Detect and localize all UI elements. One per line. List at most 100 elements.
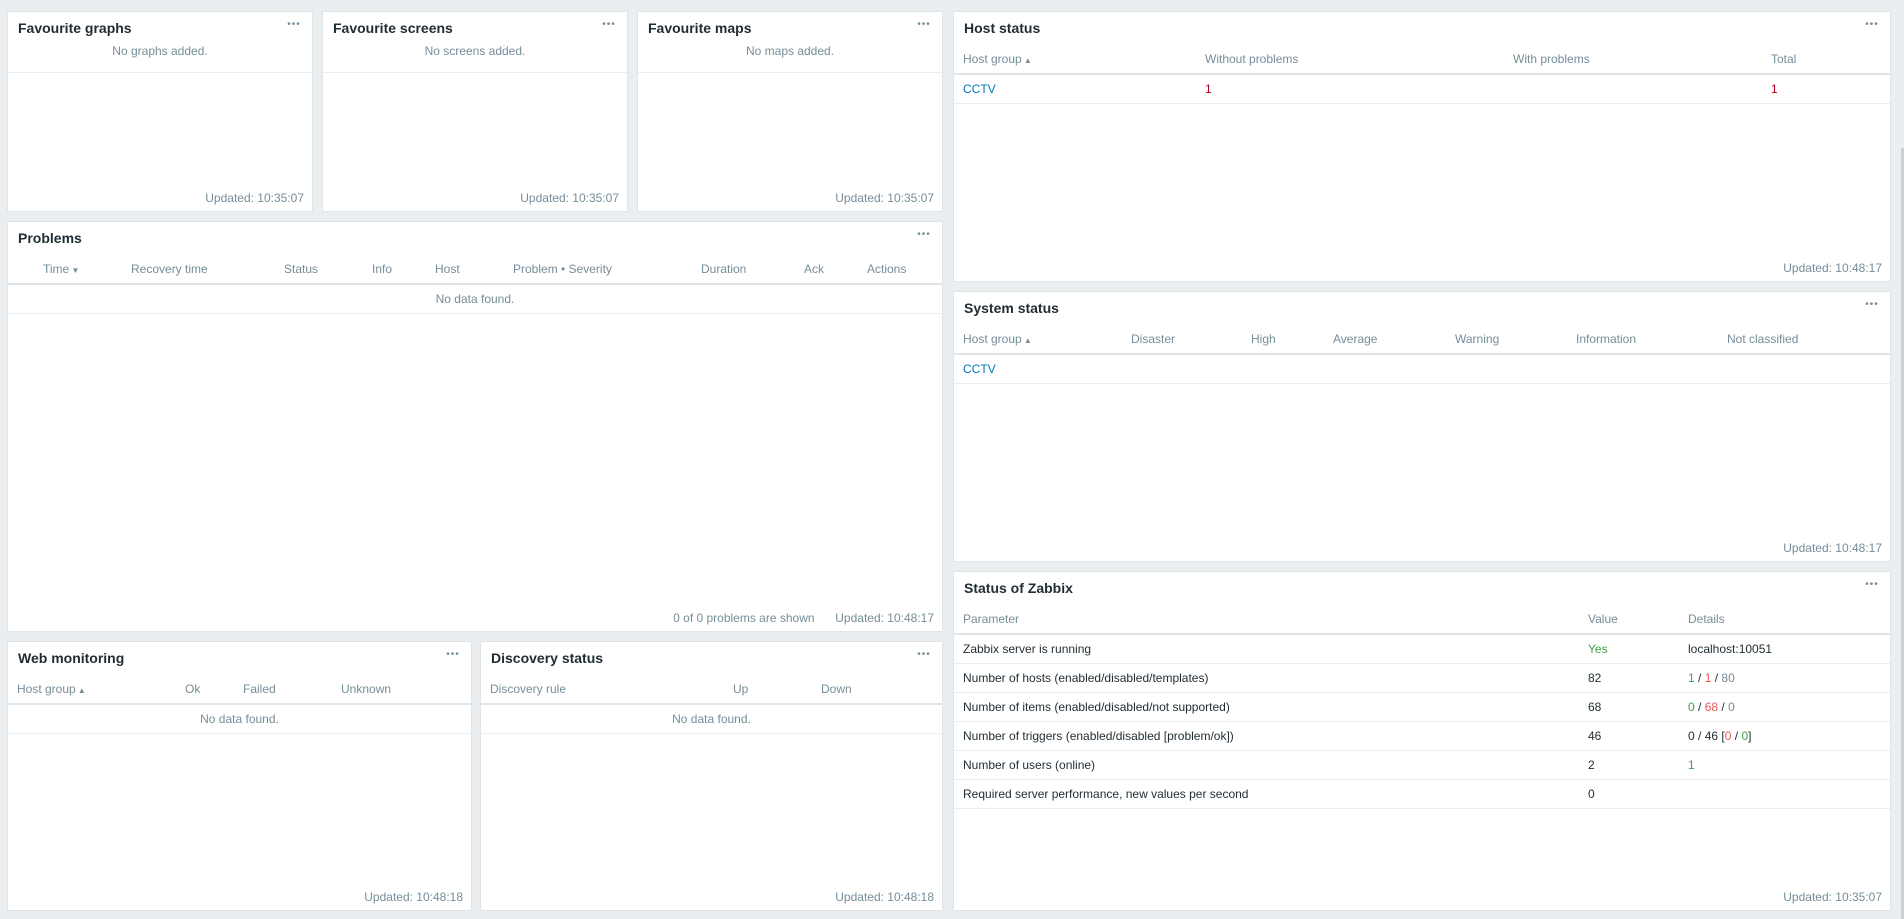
widget-menu-icon[interactable] [1862, 16, 1882, 30]
host-status-widget: Host status Host group Without problems … [953, 11, 1891, 282]
table-row: No data found. [481, 704, 942, 734]
widget-menu-icon[interactable] [914, 16, 934, 30]
parameter-details [1679, 779, 1890, 809]
updated-time: Updated: 10:48:17 [1783, 261, 1882, 275]
problems-widget: Problems Time Recovery time Status Info … [7, 221, 943, 632]
empty-message: No data found. [8, 284, 942, 314]
parameter-name: Required server performance, new values … [954, 779, 1579, 809]
parameter-details: 0 / 68 / 0 [1679, 692, 1890, 722]
empty-message: No data found. [481, 704, 942, 734]
column-header-actions: Actions [858, 254, 942, 285]
widget-menu-icon[interactable] [914, 226, 934, 240]
widget-menu-icon[interactable] [284, 16, 304, 30]
updated-time: Updated: 10:35:07 [520, 191, 619, 205]
favourite-screens-widget: Favourite screens No screens added. Upda… [322, 11, 628, 212]
column-header-host-group[interactable]: Host group [8, 674, 176, 705]
empty-message: No screens added. [323, 44, 627, 73]
column-header-time[interactable]: Time [8, 254, 122, 285]
widget-header: Web monitoring [8, 642, 471, 674]
with-problems-count [1504, 74, 1762, 104]
zabbix-status-widget: Status of Zabbix Parameter Value Details… [953, 571, 1891, 911]
column-header-host: Host [426, 254, 504, 285]
widget-title: Status of Zabbix [964, 580, 1073, 596]
discovery-status-widget: Discovery status Discovery rule Up Down … [480, 641, 943, 911]
column-header-failed: Failed [234, 674, 332, 705]
column-header-duration: Duration [692, 254, 795, 285]
column-header-without-problems: Without problems [1196, 44, 1504, 75]
parameter-value: 46 [1579, 721, 1679, 751]
column-header-details: Details [1679, 604, 1890, 635]
table-row: Zabbix server is running Yes localhost:1… [954, 634, 1890, 664]
table-row: No data found. [8, 704, 471, 734]
host-status-table: Host group Without problems With problem… [954, 44, 1890, 104]
column-header-host-group[interactable]: Host group [954, 324, 1122, 355]
widget-menu-icon[interactable] [1862, 576, 1882, 590]
parameter-value: 0 [1579, 779, 1679, 809]
widget-header: Status of Zabbix [954, 572, 1890, 604]
widget-header: Favourite maps [638, 12, 942, 44]
empty-message: No data found. [8, 704, 471, 734]
top-strip [0, 0, 1904, 10]
table-row: Required server performance, new values … [954, 779, 1890, 809]
table-row: Number of triggers (enabled/disabled [pr… [954, 721, 1890, 751]
host-group-link[interactable]: CCTV [954, 354, 1122, 384]
parameter-value: 82 [1579, 663, 1679, 693]
updated-time: Updated: 10:48:17 [835, 611, 934, 625]
column-header-with-problems: With problems [1504, 44, 1762, 75]
favourite-maps-widget: Favourite maps No maps added. Updated: 1… [637, 11, 943, 212]
parameter-name: Zabbix server is running [954, 634, 1579, 664]
parameter-name: Number of triggers (enabled/disabled [pr… [954, 721, 1579, 751]
web-monitoring-table: Host group Ok Failed Unknown No data fou… [8, 674, 471, 734]
column-header-unknown: Unknown [332, 674, 471, 705]
column-header-info: Info [363, 254, 426, 285]
column-header-parameter: Parameter [954, 604, 1579, 635]
zabbix-status-table: Parameter Value Details Zabbix server is… [954, 604, 1890, 809]
widget-header: Favourite screens [323, 12, 627, 44]
updated-time: Updated: 10:48:18 [364, 890, 463, 904]
parameter-details: 0 / 46 [0 / 0] [1679, 721, 1890, 751]
table-row: No data found. [8, 284, 942, 314]
system-status-widget: System status Host group Disaster High A… [953, 291, 1891, 562]
column-header-ok: Ok [176, 674, 234, 705]
widget-menu-icon[interactable] [443, 646, 463, 660]
column-header-warning: Warning [1446, 324, 1567, 355]
problems-footer: 0 of 0 problems are shown Updated: 10:48… [673, 611, 934, 625]
empty-message: No graphs added. [8, 44, 312, 73]
column-header-status: Status [275, 254, 363, 285]
widget-title: Host status [964, 20, 1041, 36]
host-group-link[interactable]: CCTV [954, 74, 1196, 104]
widget-menu-icon[interactable] [599, 16, 619, 30]
column-header-recovery-time: Recovery time [122, 254, 275, 285]
column-header-host-group[interactable]: Host group [954, 44, 1196, 75]
parameter-value: 68 [1579, 692, 1679, 722]
table-row: Number of users (online) 2 1 [954, 750, 1890, 780]
widget-title: System status [964, 300, 1059, 316]
web-monitoring-widget: Web monitoring Host group Ok Failed Unkn… [7, 641, 472, 911]
updated-time: Updated: 10:48:18 [835, 890, 934, 904]
widget-title: Problems [18, 230, 82, 246]
parameter-details: 1 / 1 / 80 [1679, 663, 1890, 693]
parameter-name: Number of users (online) [954, 750, 1579, 780]
parameter-name: Number of items (enabled/disabled/not su… [954, 692, 1579, 722]
column-header-average: Average [1324, 324, 1446, 355]
system-status-table: Host group Disaster High Average Warning… [954, 324, 1890, 384]
without-problems-count[interactable]: 1 [1196, 74, 1504, 104]
discovery-table: Discovery rule Up Down No data found. [481, 674, 942, 734]
updated-time: Updated: 10:48:17 [1783, 541, 1882, 555]
column-header-total: Total [1762, 44, 1890, 75]
widget-title: Discovery status [491, 650, 604, 666]
updated-time: Updated: 10:35:07 [835, 191, 934, 205]
column-header-high: High [1242, 324, 1324, 355]
parameter-details: localhost:10051 [1679, 634, 1890, 664]
column-header-down: Down [812, 674, 942, 705]
problems-shown-count: 0 of 0 problems are shown [673, 611, 815, 625]
parameter-details: 1 [1679, 750, 1890, 780]
widget-menu-icon[interactable] [1862, 296, 1882, 310]
widget-title: Favourite graphs [18, 20, 132, 36]
column-header-information: Information [1567, 324, 1718, 355]
empty-message: No maps added. [638, 44, 942, 73]
column-header-up: Up [724, 674, 812, 705]
parameter-value: 2 [1579, 750, 1679, 780]
widget-menu-icon[interactable] [914, 646, 934, 660]
total-count[interactable]: 1 [1762, 74, 1890, 104]
